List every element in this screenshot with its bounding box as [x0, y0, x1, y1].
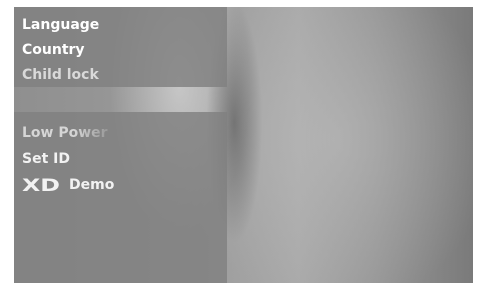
tv-screen: Language Country Child lock Low Power Se… [14, 7, 473, 283]
menu-panel-top: Language Country Child lock [14, 7, 227, 87]
menu-item-child-lock[interactable]: Child lock [22, 66, 99, 84]
menu-panel-bottom: Low Power Set ID XD Demo [14, 112, 227, 283]
menu-item-demo-label: Demo [69, 177, 115, 193]
menu-item-xd-demo[interactable]: XD Demo [22, 176, 114, 194]
xd-logo-icon: XD [22, 177, 62, 193]
menu-item-language[interactable]: Language [22, 16, 99, 34]
menu-item-country[interactable]: Country [22, 41, 85, 59]
menu-item-low-power[interactable]: Low Power [22, 124, 108, 142]
menu-item-set-id[interactable]: Set ID [22, 150, 70, 168]
xd-logo-text: XD [22, 177, 60, 193]
